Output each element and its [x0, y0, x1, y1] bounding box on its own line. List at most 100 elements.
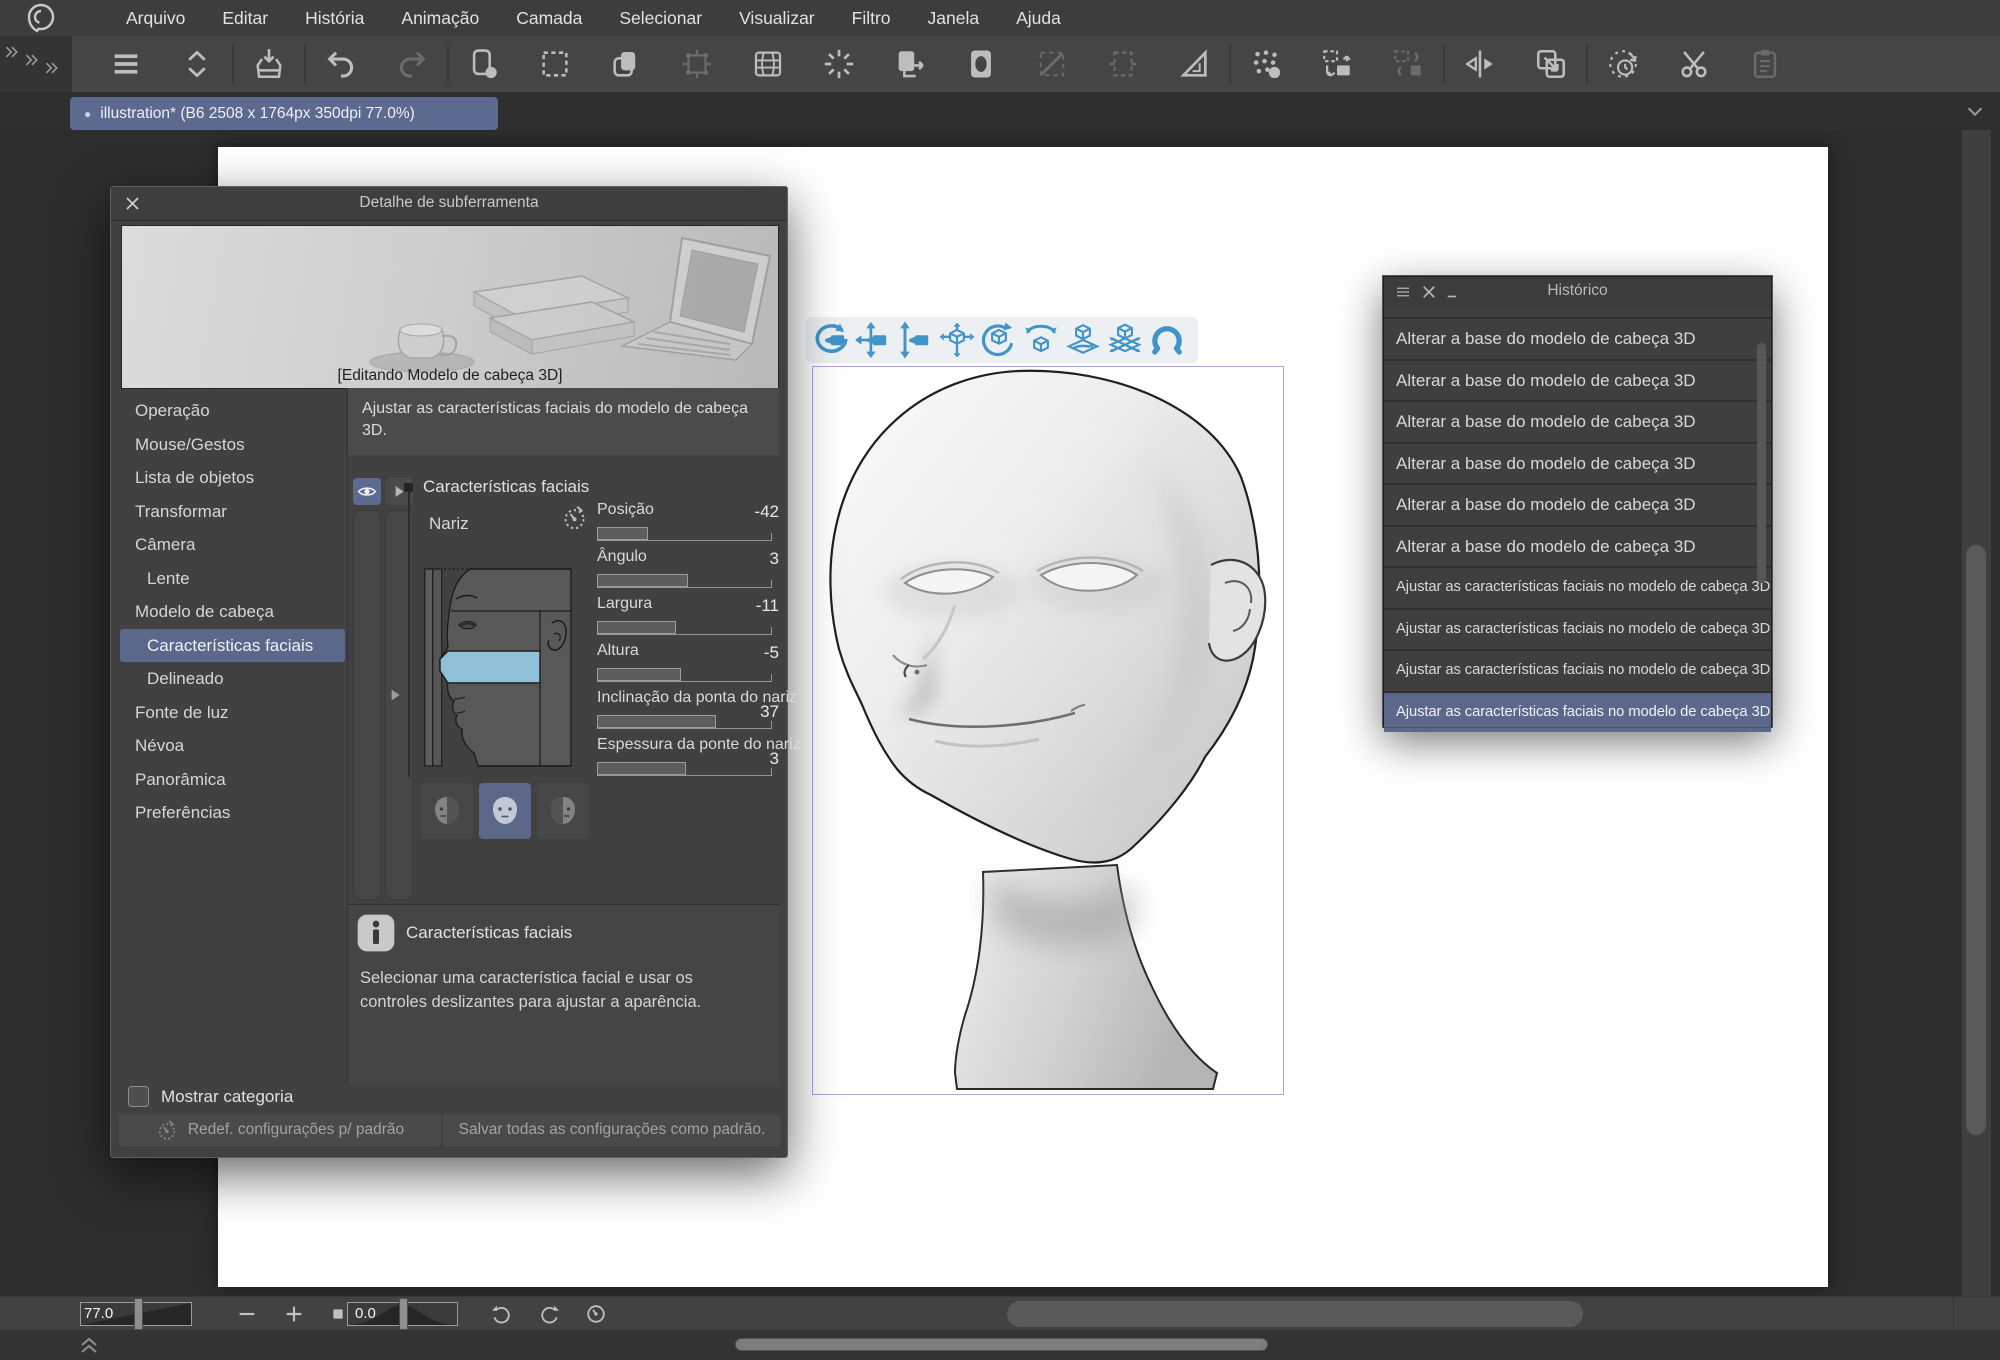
history-scrollbar-thumb[interactable]	[1757, 343, 1766, 583]
vertical-scrollbar-thumb[interactable]	[1966, 545, 1986, 1135]
chevron-double-up-icon[interactable]	[76, 1333, 102, 1357]
turn-object-icon[interactable]	[1022, 321, 1060, 359]
category-mouse-gestos[interactable]: Mouse/Gestos	[120, 428, 345, 462]
slider-track[interactable]	[597, 760, 772, 776]
history-titlebar[interactable]: Histórico	[1384, 277, 1771, 307]
reset-defaults-button[interactable]: Redef. configurações p/ padrão	[119, 1114, 441, 1146]
slider-track[interactable]	[597, 619, 772, 635]
category-nevoa[interactable]: Névoa	[120, 729, 345, 763]
swap-canvas-alt-icon[interactable]	[1391, 47, 1425, 81]
category-lista-de-objetos[interactable]: Lista de objetos	[120, 461, 345, 495]
layer-mask-icon[interactable]	[964, 47, 998, 81]
stop-icon[interactable]	[330, 1306, 346, 1322]
face-left-icon[interactable]	[421, 783, 473, 839]
history-entry[interactable]: Alterar a base do modelo de cabeça 3D	[1384, 400, 1771, 442]
duplicate-layer-icon[interactable]	[609, 47, 643, 81]
slider-track[interactable]	[597, 666, 772, 682]
paste-icon[interactable]	[1748, 47, 1782, 81]
menu-janela[interactable]: Janela	[928, 8, 980, 29]
menu-ajuda[interactable]: Ajuda	[1016, 8, 1061, 29]
expand-collapse-icon[interactable]	[180, 47, 214, 81]
transform-scale-icon[interactable]	[1534, 47, 1568, 81]
menu-arquivo[interactable]: Arquivo	[126, 8, 185, 29]
chevron-down-icon[interactable]	[1964, 100, 1986, 122]
category-panoramica[interactable]: Panorâmica	[120, 763, 345, 797]
rotation-slider-handle[interactable]	[399, 1298, 408, 1330]
mesh-transform-icon[interactable]	[751, 47, 785, 81]
category-transformar[interactable]: Transformar	[120, 495, 345, 529]
category-modelo-de-cabeca[interactable]: Modelo de cabeça	[120, 595, 345, 629]
history-entry[interactable]: Alterar a base do modelo de cabeça 3D	[1384, 358, 1771, 401]
show-category-checkbox[interactable]	[128, 1086, 149, 1107]
face-right-icon[interactable]	[537, 783, 589, 839]
window-scrollbar-thumb[interactable]	[735, 1338, 1268, 1351]
slider-fill[interactable]	[597, 621, 676, 634]
layer-arrange-icon[interactable]	[893, 47, 927, 81]
object-operate-icon[interactable]	[467, 47, 501, 81]
hamburger-menu-icon[interactable]	[109, 47, 143, 81]
history-entry[interactable]: Ajustar as características faciais no mo…	[1384, 607, 1771, 650]
history-entry[interactable]: Ajustar as características faciais no mo…	[1384, 690, 1771, 732]
category-preferencias[interactable]: Preferências	[120, 796, 345, 830]
save-defaults-button[interactable]: Salvar todas as configurações como padrã…	[443, 1114, 781, 1146]
menu-selecionar[interactable]: Selecionar	[619, 8, 702, 29]
slider-track[interactable]	[597, 525, 772, 541]
palette-overflow[interactable]	[0, 36, 72, 92]
clip-studio-logo-icon[interactable]	[26, 3, 56, 33]
rotate-plane-icon[interactable]	[1064, 321, 1102, 359]
face-front-icon[interactable]	[479, 783, 531, 839]
move-plane-icon[interactable]	[1106, 321, 1144, 359]
slider-fill[interactable]	[597, 527, 648, 540]
slider-track[interactable]	[597, 713, 772, 729]
category-operacao[interactable]: Operação	[120, 394, 345, 428]
face-diagram[interactable]	[424, 563, 572, 774]
move-object-icon[interactable]	[938, 321, 976, 359]
flip-horizontal-icon[interactable]	[1463, 47, 1497, 81]
menu-editar[interactable]: Editar	[222, 8, 268, 29]
visibility-toggle-column[interactable]	[353, 510, 381, 900]
slider-fill[interactable]	[597, 715, 716, 728]
category-lente[interactable]: Lente	[120, 562, 345, 596]
reset-rotation-icon[interactable]	[585, 1303, 607, 1325]
slider-track[interactable]	[597, 572, 772, 588]
category-camera[interactable]: Câmera	[120, 528, 345, 562]
rotate-camera-icon[interactable]	[812, 321, 850, 359]
pan-camera-icon[interactable]	[854, 321, 892, 359]
timer-icon[interactable]	[561, 504, 588, 531]
minus-icon[interactable]	[236, 1303, 258, 1325]
menu-historia[interactable]: História	[305, 8, 364, 29]
menu-visualizar[interactable]: Visualizar	[739, 8, 815, 29]
dialog-titlebar[interactable]: Detalhe de subferramenta	[111, 187, 787, 221]
vertical-scrollbar[interactable]	[1961, 130, 1991, 1296]
ruler-snap-icon[interactable]	[1177, 47, 1211, 81]
history-entry[interactable]: Ajustar as características faciais no mo…	[1384, 649, 1771, 691]
horizontal-scrollbar-thumb[interactable]	[1007, 1301, 1583, 1327]
zoom-slider-handle[interactable]	[134, 1298, 143, 1330]
burst-icon[interactable]	[822, 47, 856, 81]
slider-fill[interactable]	[597, 762, 687, 775]
category-caracteristicas-faciais[interactable]: Características faciais	[120, 628, 345, 662]
menu-camada[interactable]: Camada	[516, 8, 582, 29]
plus-icon[interactable]	[283, 1303, 305, 1325]
history-entry[interactable]: Ajustar as características faciais no mo…	[1384, 566, 1771, 608]
category-delineado[interactable]: Delineado	[120, 662, 345, 696]
document-tab[interactable]: ● illustration* (B6 2508 x 1764px 350dpi…	[70, 97, 498, 130]
slider-fill[interactable]	[597, 574, 688, 587]
history-entry[interactable]: Alterar a base do modelo de cabeça 3D	[1384, 483, 1771, 525]
redo-icon[interactable]	[395, 47, 429, 81]
save-icon[interactable]	[252, 47, 286, 81]
redo-rotate-icon[interactable]	[539, 1303, 561, 1325]
frame-select-icon[interactable]	[1106, 47, 1140, 81]
rotate-reset-icon[interactable]	[1606, 47, 1640, 81]
cut-icon[interactable]	[1677, 47, 1711, 81]
slider-fill[interactable]	[597, 668, 681, 681]
zoom-camera-icon[interactable]	[896, 321, 934, 359]
undo-rotate-icon[interactable]	[490, 1303, 512, 1325]
menu-animacao[interactable]: Animação	[401, 8, 479, 29]
marquee-select-icon[interactable]	[538, 47, 572, 81]
undo-icon[interactable]	[324, 47, 358, 81]
eye-icon[interactable]	[353, 478, 381, 505]
reset-pose-icon[interactable]	[1148, 321, 1186, 359]
line-tool-icon[interactable]	[1035, 47, 1069, 81]
history-entry[interactable]: Alterar a base do modelo de cabeça 3D	[1384, 524, 1771, 567]
